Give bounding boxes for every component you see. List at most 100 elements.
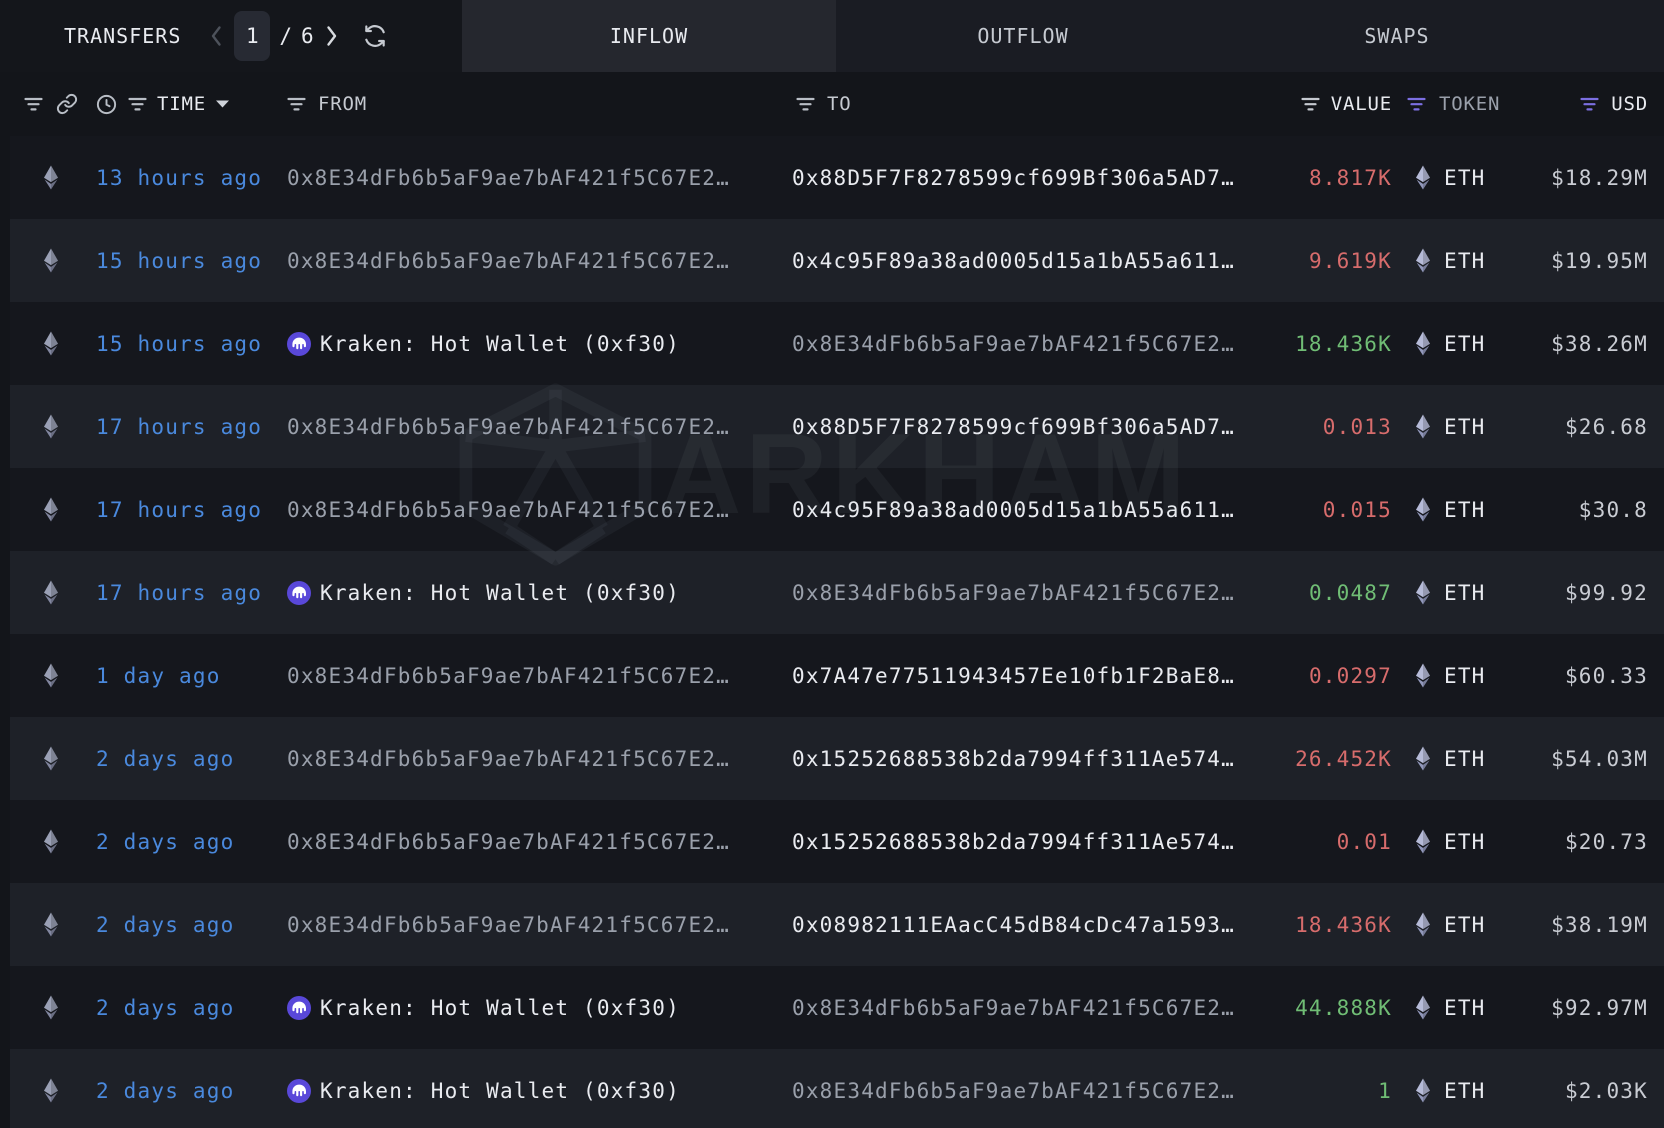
column-header-token[interactable]: TOKEN — [1392, 72, 1507, 136]
tab-outflow[interactable]: OUTFLOW — [836, 0, 1210, 72]
to-address-link[interactable]: 0x8E34dFb6b5aF9ae7bAF421f5C67E2… — [792, 1079, 1235, 1103]
to-address-link[interactable]: 0x8E34dFb6b5aF9ae7bAF421f5C67E2… — [792, 996, 1235, 1020]
column-header-value[interactable]: VALUE — [1252, 72, 1392, 136]
to-address-link[interactable]: 0x4c95F89a38ad0005d15a1bA55a611… — [792, 498, 1235, 522]
table-row[interactable]: 1 day ago 0x8E34dFb6b5aF9ae7bAF421f5C67E2… — [10, 634, 1664, 717]
token-cell: ETH — [1392, 800, 1507, 883]
time-link[interactable]: 2 days ago — [96, 913, 234, 937]
to-address-link[interactable]: 0x88D5F7F8278599cf699Bf306a5AD7… — [792, 166, 1235, 190]
to-address-link[interactable]: 0x4c95F89a38ad0005d15a1bA55a611… — [792, 249, 1235, 273]
time-link[interactable]: 17 hours ago — [96, 581, 262, 605]
from-cell: 0x8E34dFb6b5aF9ae7bAF421f5C67E2… — [282, 883, 782, 966]
table-row[interactable]: 2 days ago 0x8E34dFb6b5aF9ae7bAF421f5C67E… — [10, 883, 1664, 966]
filter-icon[interactable] — [128, 97, 147, 112]
link-icon[interactable] — [56, 93, 78, 115]
token-symbol: ETH — [1444, 249, 1486, 273]
time-cell: 1 day ago — [92, 634, 282, 717]
filter-icon[interactable] — [1301, 97, 1320, 112]
filter-icon[interactable] — [1407, 97, 1426, 112]
time-link[interactable]: 2 days ago — [96, 1079, 234, 1103]
to-address-link[interactable]: 0x8E34dFb6b5aF9ae7bAF421f5C67E2… — [792, 332, 1235, 356]
chevron-right-icon[interactable] — [323, 23, 341, 49]
from-address-link[interactable]: 0x8E34dFb6b5aF9ae7bAF421f5C67E2… — [287, 498, 730, 522]
table-row[interactable]: 15 hours ago Kraken: Hot Wallet (0xf30) 0x… — [10, 302, 1664, 385]
usd-cell: $54.03M — [1507, 717, 1664, 800]
column-label-to: TO — [827, 93, 851, 115]
from-address-link[interactable]: 0x8E34dFb6b5aF9ae7bAF421f5C67E2… — [287, 664, 730, 688]
token-cell: ETH — [1392, 136, 1507, 219]
to-address-link[interactable]: 0x08982111EAacC45dB84cDc47a1593… — [792, 913, 1235, 937]
from-address-link[interactable]: Kraken: Hot Wallet (0xf30) — [320, 1079, 680, 1103]
usd-cell: $99.92 — [1507, 551, 1664, 634]
value-cell: 8.817K — [1252, 136, 1392, 219]
from-address-link[interactable]: 0x8E34dFb6b5aF9ae7bAF421f5C67E2… — [287, 747, 730, 771]
chevron-down-icon[interactable] — [216, 100, 229, 108]
from-cell: Kraken: Hot Wallet (0xf30) — [282, 302, 782, 385]
time-cell: 15 hours ago — [92, 219, 282, 302]
filter-icon[interactable] — [796, 97, 815, 112]
current-page[interactable]: 1 — [234, 11, 270, 61]
table-row[interactable]: 2 days ago 0x8E34dFb6b5aF9ae7bAF421f5C67E… — [10, 800, 1664, 883]
from-address-link[interactable]: Kraken: Hot Wallet (0xf30) — [320, 332, 680, 356]
kraken-icon — [287, 996, 311, 1020]
column-header-time[interactable]: TIME — [92, 72, 282, 136]
table-row[interactable]: 2 days ago Kraken: Hot Wallet (0xf30) 0x8E… — [10, 1049, 1664, 1128]
clock-icon[interactable] — [95, 93, 118, 116]
usd-amount: $18.29M — [1551, 166, 1648, 190]
time-cell: 2 days ago — [92, 883, 282, 966]
from-address-link[interactable]: 0x8E34dFb6b5aF9ae7bAF421f5C67E2… — [287, 249, 730, 273]
usd-amount: $92.97M — [1551, 996, 1648, 1020]
to-address-link[interactable]: 0x15252688538b2da7994ff311Ae574… — [792, 830, 1235, 854]
header-utility-icons — [10, 72, 92, 136]
table-row[interactable]: 17 hours ago Kraken: Hot Wallet (0xf30) 0x… — [10, 551, 1664, 634]
filter-icon[interactable] — [24, 97, 43, 112]
chevron-left-icon[interactable] — [207, 23, 225, 49]
to-address-link[interactable]: 0x8E34dFb6b5aF9ae7bAF421f5C67E2… — [792, 581, 1235, 605]
table-row[interactable]: 15 hours ago 0x8E34dFb6b5aF9ae7bAF421f5C6… — [10, 219, 1664, 302]
time-link[interactable]: 17 hours ago — [96, 498, 262, 522]
time-link[interactable]: 15 hours ago — [96, 249, 262, 273]
token-symbol: ETH — [1444, 830, 1486, 854]
to-address-link[interactable]: 0x7A47e77511943457Ee10fb1F2BaE8… — [792, 664, 1235, 688]
column-header-usd[interactable]: USD — [1507, 72, 1664, 136]
from-address-link[interactable]: 0x8E34dFb6b5aF9ae7bAF421f5C67E2… — [287, 166, 730, 190]
tab-inflow[interactable]: INFLOW — [462, 0, 836, 72]
from-address-link[interactable]: Kraken: Hot Wallet (0xf30) — [320, 581, 680, 605]
from-address-link[interactable]: 0x8E34dFb6b5aF9ae7bAF421f5C67E2… — [287, 913, 730, 937]
column-header-from[interactable]: FROM — [282, 72, 782, 136]
from-address-link[interactable]: 0x8E34dFb6b5aF9ae7bAF421f5C67E2… — [287, 415, 730, 439]
filter-icon[interactable] — [1580, 97, 1599, 112]
token-cell: ETH — [1392, 634, 1507, 717]
time-link[interactable]: 15 hours ago — [96, 332, 262, 356]
table-row[interactable]: 13 hours ago 0x8E34dFb6b5aF9ae7bAF421f5C6… — [10, 136, 1664, 219]
time-link[interactable]: 2 days ago — [96, 830, 234, 854]
table-row[interactable]: 2 days ago Kraken: Hot Wallet (0xf30) 0x8E… — [10, 966, 1664, 1049]
from-address-link[interactable]: 0x8E34dFb6b5aF9ae7bAF421f5C67E2… — [287, 830, 730, 854]
to-address-link[interactable]: 0x88D5F7F8278599cf699Bf306a5AD7… — [792, 415, 1235, 439]
token-symbol: ETH — [1444, 996, 1486, 1020]
filter-icon[interactable] — [287, 97, 306, 112]
from-cell: Kraken: Hot Wallet (0xf30) — [282, 966, 782, 1049]
from-cell: 0x8E34dFb6b5aF9ae7bAF421f5C67E2… — [282, 634, 782, 717]
table-row[interactable]: 17 hours ago 0x8E34dFb6b5aF9ae7bAF421f5C6… — [10, 385, 1664, 468]
table-row[interactable]: 17 hours ago 0x8E34dFb6b5aF9ae7bAF421f5C6… — [10, 468, 1664, 551]
time-link[interactable]: 13 hours ago — [96, 166, 262, 190]
time-link[interactable]: 1 day ago — [96, 664, 221, 688]
pagination: 1 / 6 — [207, 11, 387, 61]
from-address-link[interactable]: Kraken: Hot Wallet (0xf30) — [320, 996, 680, 1020]
column-label-usd: USD — [1611, 93, 1648, 115]
tab-swaps[interactable]: SWAPS — [1210, 0, 1584, 72]
time-link[interactable]: 17 hours ago — [96, 415, 262, 439]
value-cell: 18.436K — [1252, 302, 1392, 385]
table-row[interactable]: 2 days ago 0x8E34dFb6b5aF9ae7bAF421f5C67E… — [10, 717, 1664, 800]
asset-cell — [10, 1049, 92, 1128]
column-header-to[interactable]: TO — [782, 72, 1252, 136]
to-address-link[interactable]: 0x15252688538b2da7994ff311Ae574… — [792, 747, 1235, 771]
from-cell: 0x8E34dFb6b5aF9ae7bAF421f5C67E2… — [282, 800, 782, 883]
eth-icon — [1415, 414, 1431, 439]
time-link[interactable]: 2 days ago — [96, 747, 234, 771]
to-cell: 0x88D5F7F8278599cf699Bf306a5AD7… — [782, 385, 1252, 468]
asset-cell — [10, 136, 92, 219]
time-link[interactable]: 2 days ago — [96, 996, 234, 1020]
refresh-icon[interactable] — [362, 23, 388, 49]
